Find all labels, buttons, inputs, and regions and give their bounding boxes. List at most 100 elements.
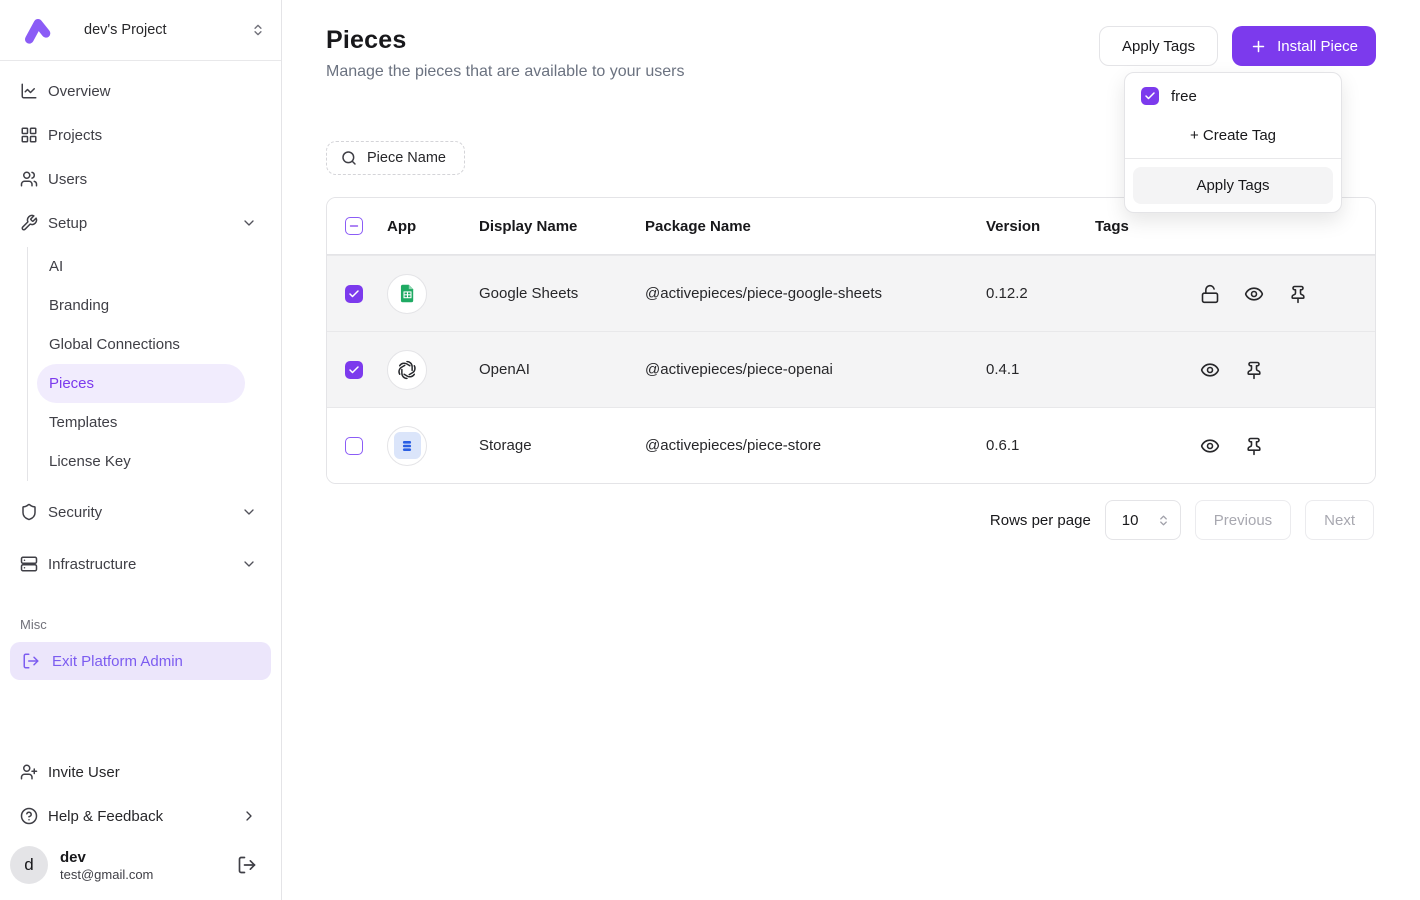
user-name: dev — [60, 849, 153, 866]
sidebar-item-label: Projects — [48, 127, 102, 144]
column-header-package-name: Package Name — [645, 218, 986, 235]
submenu-item-branding[interactable]: Branding — [37, 286, 245, 325]
storage-icon — [394, 432, 421, 459]
submenu-item-pieces[interactable]: Pieces — [37, 364, 245, 403]
next-page-button[interactable]: Next — [1305, 500, 1374, 540]
table-row: Google Sheets @activepieces/piece-google… — [327, 255, 1375, 331]
server-icon — [20, 555, 38, 573]
rows-per-page-label: Rows per page — [990, 512, 1091, 529]
table-row: OpenAI @activepieces/piece-openai 0.4.1 — [327, 331, 1375, 407]
submenu-item-label: Pieces — [49, 375, 94, 392]
eye-icon[interactable] — [1244, 284, 1264, 304]
exit-platform-admin-label: Exit Platform Admin — [52, 653, 183, 670]
chevron-down-icon — [241, 556, 257, 572]
submenu-item-global-connections[interactable]: Global Connections — [37, 325, 245, 364]
submenu-item-templates[interactable]: Templates — [37, 403, 245, 442]
column-header-app: App — [387, 218, 479, 235]
row-actions — [1200, 360, 1375, 380]
submenu-item-label: Branding — [49, 297, 109, 314]
chevrons-up-down-icon[interactable] — [251, 23, 265, 37]
header-actions: Apply Tags Install Piece — [1099, 26, 1376, 66]
row-actions — [1200, 284, 1375, 304]
sidebar-item-security[interactable]: Security — [16, 487, 265, 537]
sidebar-item-projects[interactable]: Projects — [16, 113, 265, 157]
plus-icon — [1250, 38, 1267, 55]
piece-package-name: @activepieces/piece-store — [645, 437, 986, 454]
check-icon — [348, 364, 360, 376]
row-checkbox[interactable] — [345, 437, 363, 455]
user-meta: dev test@gmail.com — [60, 849, 153, 882]
eye-icon[interactable] — [1200, 436, 1220, 456]
rows-per-page-value: 10 — [1122, 512, 1139, 529]
piece-version: 0.12.2 — [986, 285, 1095, 302]
shield-icon — [20, 503, 38, 521]
sidebar-item-label: Security — [48, 504, 102, 521]
help-circle-icon — [20, 807, 38, 825]
sidebar-item-setup[interactable]: Setup — [16, 201, 265, 245]
sidebar-item-label: Overview — [48, 83, 111, 100]
exit-platform-admin-button[interactable]: Exit Platform Admin — [10, 642, 271, 680]
user-plus-icon — [20, 763, 38, 781]
grid-icon — [20, 126, 38, 144]
page-title-block: Pieces Manage the pieces that are availa… — [326, 26, 684, 81]
piece-package-name: @activepieces/piece-google-sheets — [645, 285, 986, 302]
pieces-table: App Display Name Package Name Version Ta… — [326, 197, 1376, 484]
lock-open-icon[interactable] — [1200, 284, 1220, 304]
piece-package-name: @activepieces/piece-openai — [645, 361, 986, 378]
eye-icon[interactable] — [1200, 360, 1220, 380]
sidebar-item-infrastructure[interactable]: Infrastructure — [16, 537, 265, 591]
rows-per-page-select[interactable]: 10 — [1105, 500, 1181, 540]
app-root: dev's Project Overview Projects Users Se… — [0, 0, 1420, 900]
invite-user-label: Invite User — [48, 764, 120, 781]
log-out-icon[interactable] — [237, 855, 257, 875]
submenu-item-license-key[interactable]: License Key — [37, 442, 245, 481]
users-icon — [20, 170, 38, 188]
page-title: Pieces — [326, 26, 684, 55]
piece-display-name: Storage — [479, 437, 645, 454]
sidebar-footer: Invite User Help & Feedback d dev test@g… — [0, 750, 281, 900]
sidebar: dev's Project Overview Projects Users Se… — [0, 0, 282, 900]
sidebar-item-label: Setup — [48, 215, 87, 232]
install-piece-button[interactable]: Install Piece — [1232, 26, 1376, 66]
select-all-checkbox[interactable] — [345, 217, 363, 235]
row-checkbox[interactable] — [345, 361, 363, 379]
sidebar-spacer — [0, 680, 281, 750]
sidebar-item-overview[interactable]: Overview — [16, 69, 265, 113]
invite-user-button[interactable]: Invite User — [16, 750, 265, 794]
column-header-tags: Tags — [1095, 218, 1200, 235]
submenu-item-label: Templates — [49, 414, 117, 431]
column-header-version: Version — [986, 218, 1095, 235]
piece-name-filter-label: Piece Name — [367, 150, 446, 166]
avatar: d — [10, 846, 48, 884]
pin-icon[interactable] — [1288, 284, 1308, 304]
google-sheets-icon — [397, 283, 418, 304]
setup-submenu: AI Branding Global Connections Pieces Te… — [27, 247, 265, 481]
piece-name-filter[interactable]: Piece Name — [326, 141, 465, 175]
minus-icon — [348, 220, 360, 232]
help-feedback-button[interactable]: Help & Feedback — [16, 794, 265, 838]
previous-page-button[interactable]: Previous — [1195, 500, 1291, 540]
chevrons-up-down-icon — [1157, 514, 1170, 527]
project-switcher[interactable]: dev's Project — [0, 0, 281, 61]
line-chart-icon — [20, 82, 38, 100]
page-subtitle: Manage the pieces that are available to … — [326, 63, 684, 81]
piece-version: 0.4.1 — [986, 361, 1095, 378]
row-checkbox[interactable] — [345, 285, 363, 303]
dropdown-apply-tags-button[interactable]: Apply Tags — [1133, 167, 1333, 204]
dropdown-divider — [1125, 158, 1341, 159]
pin-icon[interactable] — [1244, 360, 1264, 380]
chevron-down-icon — [241, 215, 257, 231]
install-piece-label: Install Piece — [1277, 38, 1358, 55]
user-profile[interactable]: d dev test@gmail.com — [16, 838, 265, 888]
tag-checkbox[interactable] — [1141, 87, 1159, 105]
pin-icon[interactable] — [1244, 436, 1264, 456]
app-logo — [387, 426, 427, 466]
submenu-item-label: License Key — [49, 453, 131, 470]
apply-tags-button[interactable]: Apply Tags — [1099, 26, 1218, 66]
create-tag-button[interactable]: + Create Tag — [1133, 115, 1333, 158]
sidebar-item-users[interactable]: Users — [16, 157, 265, 201]
tag-option-free[interactable]: free — [1133, 81, 1333, 115]
check-icon — [1144, 90, 1156, 102]
apply-tags-dropdown: free + Create Tag Apply Tags — [1124, 72, 1342, 213]
submenu-item-ai[interactable]: AI — [37, 247, 245, 286]
